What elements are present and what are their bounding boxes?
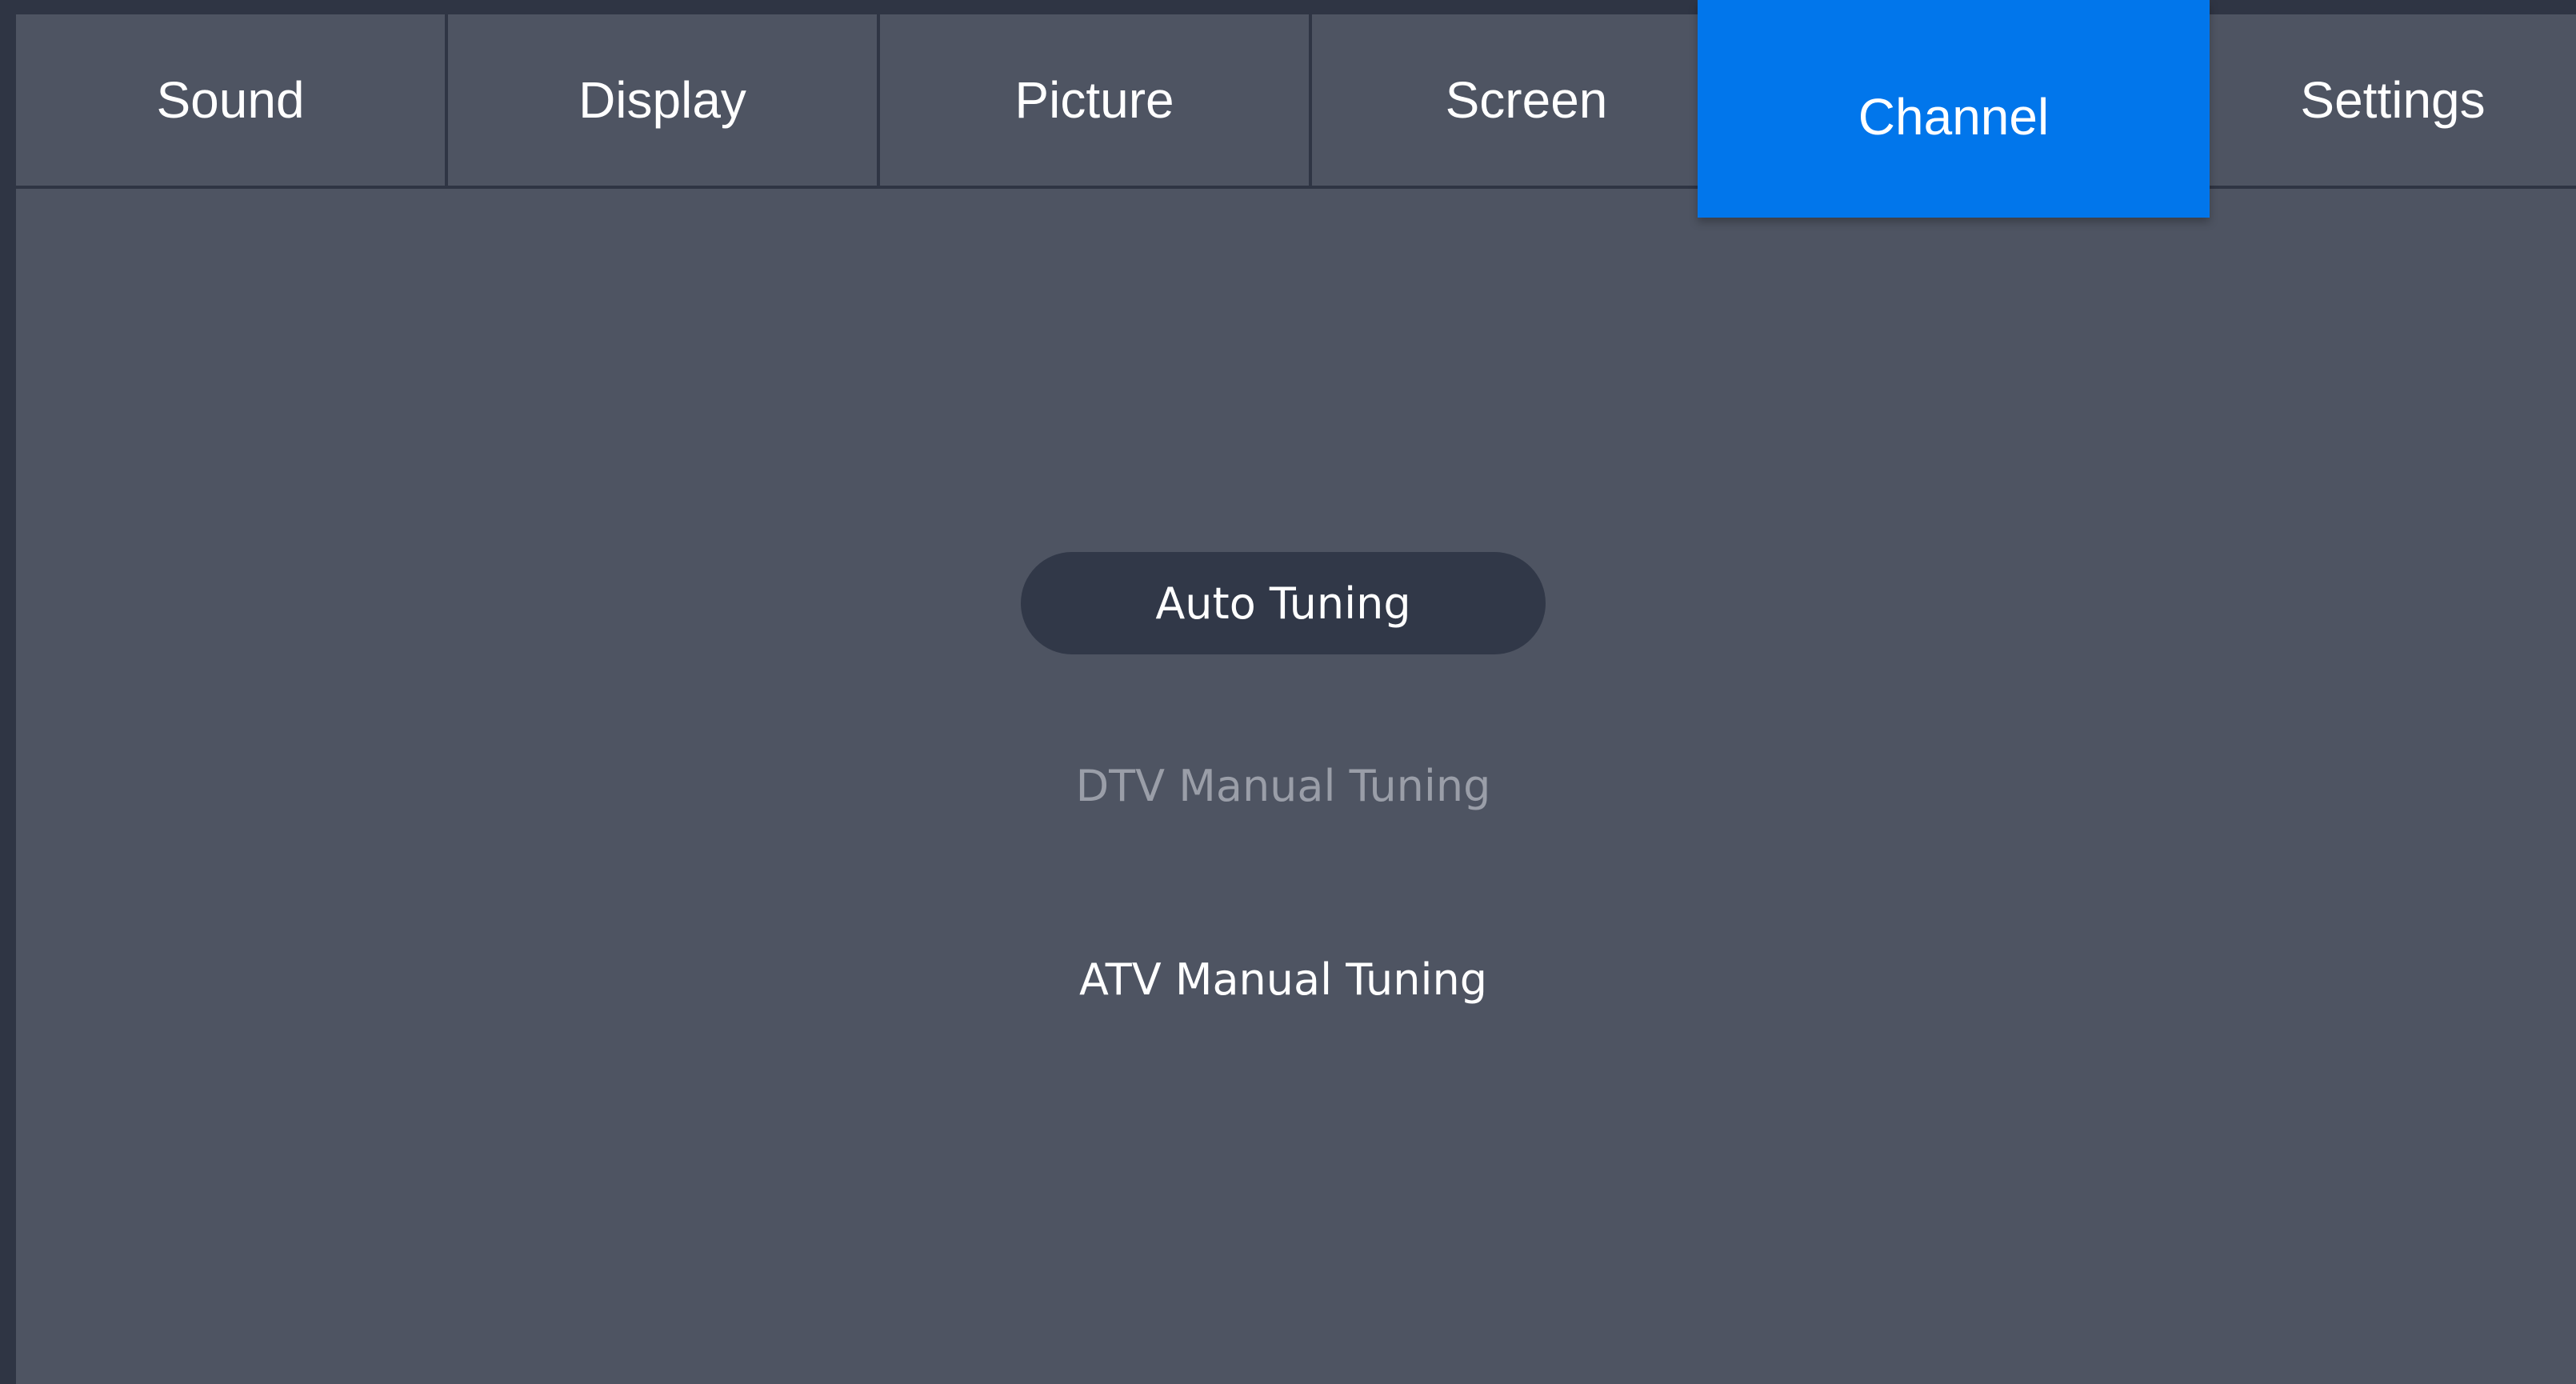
tab-settings[interactable]: Settings xyxy=(2210,14,2576,186)
settings-tab-bar: Sound Display Picture Screen Channel Set… xyxy=(16,0,2576,218)
tab-sound[interactable]: Sound xyxy=(16,14,448,186)
auto-tuning-item[interactable]: Auto Tuning xyxy=(1021,552,1546,654)
dtv-manual-tuning-item: DTV Manual Tuning xyxy=(1075,760,1491,811)
tv-settings-app: Sound Display Picture Screen Channel Set… xyxy=(0,0,2576,1384)
tab-channel[interactable]: Channel xyxy=(1698,0,2210,218)
settings-panel xyxy=(16,14,2576,1384)
tab-screen[interactable]: Screen xyxy=(1312,14,1744,186)
tab-picture[interactable]: Picture xyxy=(880,14,1312,186)
tab-display[interactable]: Display xyxy=(448,14,880,186)
atv-manual-tuning-item[interactable]: ATV Manual Tuning xyxy=(1021,928,1546,1030)
